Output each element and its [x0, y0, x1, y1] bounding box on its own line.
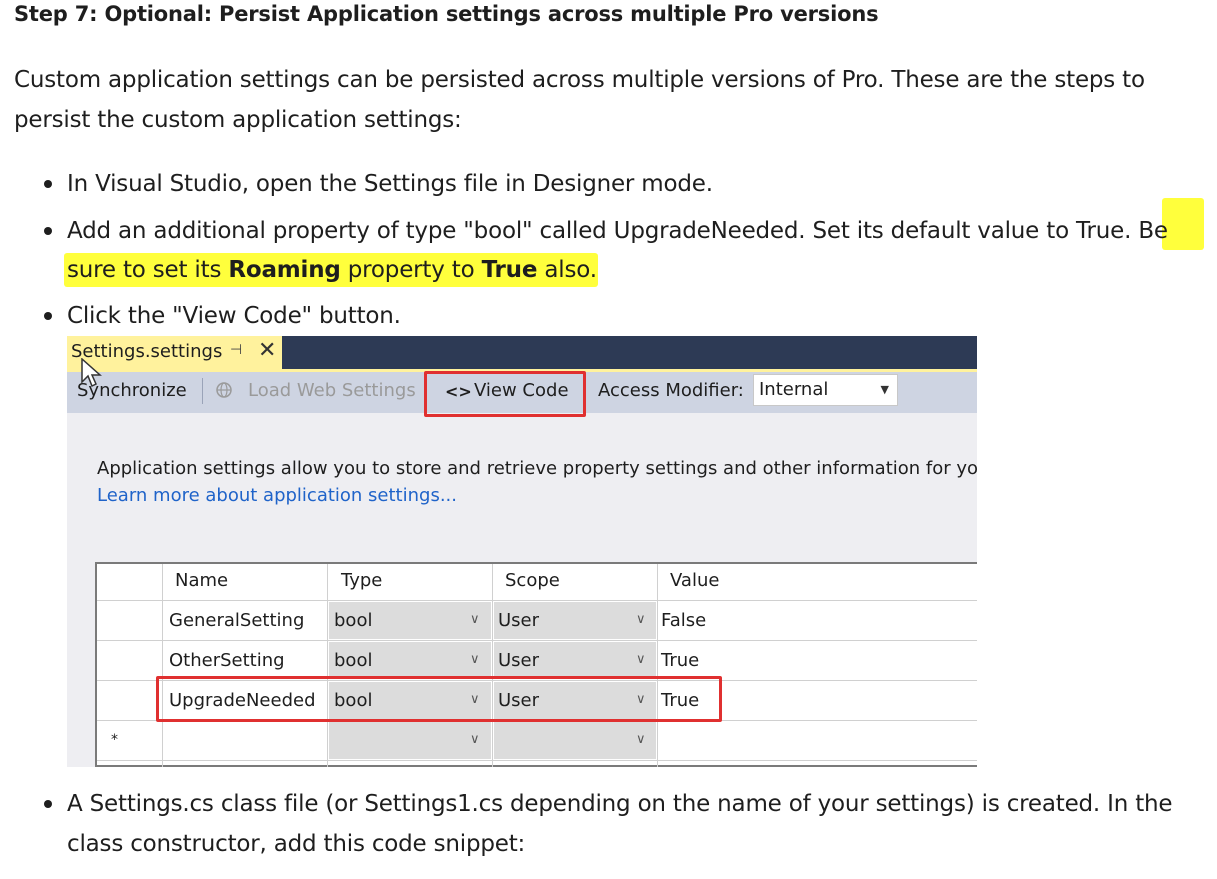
grid-line — [97, 760, 977, 761]
settings-grid: Name Type Scope Value GeneralSetting boo… — [95, 562, 977, 767]
access-modifier-label: Access Modifier: — [598, 380, 744, 401]
setting-name[interactable]: GeneralSetting — [169, 610, 304, 631]
grid-line — [657, 564, 658, 767]
upgrade-needed-callout — [156, 676, 722, 722]
section-heading: Step 7: Optional: Persist Application se… — [14, 2, 879, 26]
grid-line — [492, 564, 493, 767]
intro-paragraph: Custom application settings can be persi… — [14, 67, 1145, 133]
toolbar-divider — [202, 378, 203, 404]
chevron-down-icon[interactable]: ∨ — [636, 652, 646, 667]
learn-more-link[interactable]: Learn more about application settings... — [97, 485, 457, 506]
chevron-down-icon[interactable]: ∨ — [470, 612, 480, 627]
close-icon[interactable]: ✕ — [258, 338, 276, 363]
type-combo[interactable] — [329, 722, 491, 759]
column-header-name[interactable]: Name — [175, 570, 228, 591]
load-web-settings-button[interactable]: Load Web Settings — [248, 380, 416, 401]
setting-name[interactable]: OtherSetting — [169, 650, 285, 671]
setting-value[interactable]: False — [661, 610, 706, 631]
setting-value[interactable]: True — [661, 650, 699, 671]
grid-line — [162, 564, 163, 767]
bullet-text: Add an additional property of type "bool… — [67, 218, 1132, 244]
bullet-view-code: Click the "View Code" button. — [67, 303, 401, 329]
bullet-settings-cs-cont: class constructor, add this code snippet… — [67, 831, 526, 857]
column-header-scope[interactable]: Scope — [505, 570, 560, 591]
access-modifier-select[interactable]: Internal ▼ — [753, 374, 898, 406]
bullet-dot — [44, 800, 56, 812]
highlight-mark — [1162, 198, 1204, 250]
pin-icon[interactable]: ⊣ — [230, 342, 242, 358]
bullet-settings-cs: A Settings.cs class file (or Settings1.c… — [67, 791, 1173, 817]
settings-designer-screenshot: Settings.settings ⊣ ✕ Synchronize Load W… — [67, 336, 977, 767]
bullet-dot — [44, 312, 56, 324]
column-header-value[interactable]: Value — [670, 570, 719, 591]
highlighted-text: property to — [340, 257, 482, 283]
highlighted-text: Be — [1138, 218, 1168, 244]
chevron-down-icon[interactable]: ∨ — [636, 732, 646, 747]
chevron-down-icon[interactable]: ∨ — [636, 612, 646, 627]
tab-bar: Settings.settings ⊣ ✕ — [67, 336, 977, 369]
setting-type: bool — [334, 650, 373, 671]
highlighted-text: also. — [537, 257, 597, 283]
highlighted-text: sure to set its — [67, 257, 229, 283]
bullet-dot — [44, 180, 56, 192]
setting-scope: User — [498, 610, 540, 631]
bullet-add-property-cont: sure to set its Roaming property to True… — [67, 250, 597, 290]
column-header-type[interactable]: Type — [341, 570, 382, 591]
new-row-marker: * — [111, 732, 118, 748]
chevron-down-icon[interactable]: ∨ — [470, 652, 480, 667]
globe-icon — [215, 380, 235, 405]
grid-line — [97, 640, 977, 641]
bullet-add-property: Add an additional property of type "bool… — [67, 211, 1168, 251]
grid-line — [97, 600, 977, 601]
grid-line — [327, 564, 328, 767]
access-modifier-value: Internal — [759, 379, 829, 400]
view-code-callout — [424, 371, 586, 417]
bold-true: True — [481, 257, 538, 283]
dropdown-arrow-icon: ▼ — [880, 383, 889, 396]
chevron-down-icon[interactable]: ∨ — [470, 732, 480, 747]
bold-roaming: Roaming — [228, 257, 341, 283]
settings-description: Application settings allow you to store … — [97, 458, 977, 479]
bullet-dot — [44, 227, 56, 239]
setting-type: bool — [334, 610, 373, 631]
bullet-open-settings: In Visual Studio, open the Settings file… — [67, 171, 713, 197]
mouse-cursor-icon — [81, 358, 102, 388]
scope-combo[interactable] — [494, 722, 656, 759]
setting-scope: User — [498, 650, 540, 671]
